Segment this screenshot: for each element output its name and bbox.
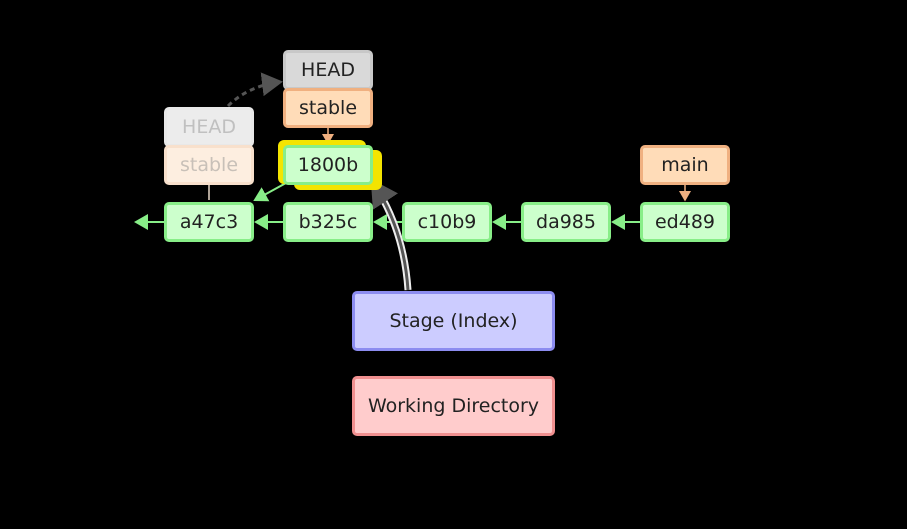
stable-branch: stable <box>283 88 373 128</box>
head-move-arrow <box>226 72 283 108</box>
commit-1800b: 1800b <box>283 145 373 185</box>
commit-a47c3: a47c3 <box>164 202 254 242</box>
main-branch: main <box>640 145 730 185</box>
commit-da985: da985 <box>521 202 611 242</box>
old-head-ref: HEAD <box>164 107 254 147</box>
connector-layer <box>134 72 691 291</box>
commit-b325c: b325c <box>283 202 373 242</box>
commit-c10b9: c10b9 <box>402 202 492 242</box>
stage-index-area: Stage (Index) <box>352 291 555 351</box>
old-stable-branch: stable <box>164 145 254 185</box>
edge-1800b-a47c3 <box>253 182 287 202</box>
working-directory-area: Working Directory <box>352 376 555 436</box>
head-ref: HEAD <box>283 50 373 90</box>
commit-ed489: ed489 <box>640 202 730 242</box>
